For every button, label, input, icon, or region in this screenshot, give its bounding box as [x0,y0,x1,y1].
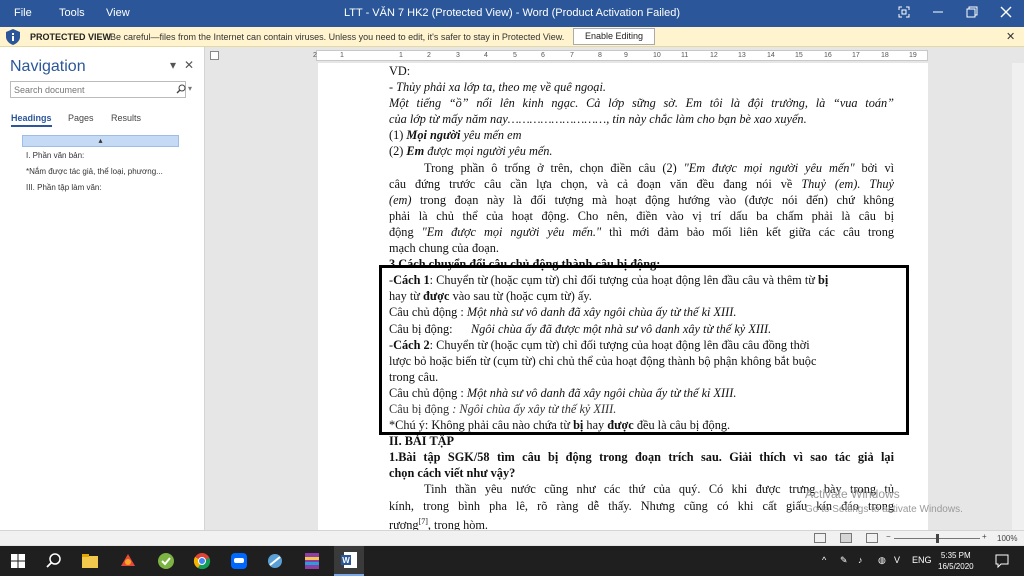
search-placeholder: Search document [14,85,85,95]
word-icon: W [341,552,357,568]
clock[interactable]: 5:35 PM 16/5/2020 [938,550,974,572]
doc-line: động "Em được mọi người yêu mến." thì mớ… [389,224,894,239]
read-mode-icon[interactable] [814,533,826,543]
tab-headings[interactable]: Headings [11,113,52,127]
print-layout-icon[interactable] [840,533,852,543]
ruler-mark: 15 [795,52,803,59]
chevron-up-icon[interactable]: ^ [822,555,826,565]
shield-icon [6,29,20,45]
heading-item[interactable]: III. Phần tập làm văn: [26,183,102,192]
word-taskbar-button[interactable]: W [334,546,364,576]
language-indicator[interactable]: ENG [912,555,932,565]
file-explorer-icon[interactable] [80,551,100,571]
doc-line: VD: [389,64,411,78]
windows-start-icon[interactable] [8,551,28,571]
heading-item[interactable]: I. Phần văn bản: [26,151,84,160]
ruler-mark: 8 [598,52,602,59]
doc-line: Trong phần ô trống ở trên, chọn điền câu… [424,160,895,175]
status-bar: − + 100% [0,530,1024,545]
protected-view-label: PROTECTED VIEW [30,32,112,42]
doc-line: Một tiếng “ồ” nổi lên kinh ngạc. Cả lớp … [389,96,894,111]
zoom-in-icon[interactable]: + [982,532,987,541]
ruler-mark: 9 [624,52,628,59]
web-layout-icon[interactable] [866,533,878,543]
ruler-mark: 4 [484,52,488,59]
doc-line: của lớp từ mấy năm nay………………………, tin này… [389,112,807,127]
pen-icon[interactable]: ✎ [840,555,848,566]
restore-icon[interactable] [954,2,990,24]
ruler-mark: 16 [824,52,832,59]
window-title: LTT - VĂN 7 HK2 (Protected View) - Word … [343,7,681,19]
title-bar: File Tools View LTT - VĂN 7 HK2 (Protect… [0,0,1024,27]
navigation-pane: Navigation ▾ ✕ Search document ▾ Heading… [0,47,205,530]
doc-heading: 1.Bài tập SGK/58 tìm câu bị động trong đ… [389,450,894,465]
horizontal-ruler[interactable]: 2 1 1 2 3 4 5 6 7 8 9 10 11 12 13 14 15 … [313,50,928,61]
vertical-scrollbar[interactable] [1012,63,1024,530]
tab-selector-icon[interactable] [210,51,219,60]
ruler-mark: 13 [738,52,746,59]
ime-icon[interactable]: V [894,555,900,565]
highlight-box [379,265,909,435]
ruler-mark: 18 [881,52,889,59]
ruler-mark: 2 [313,52,317,59]
navigation-title: Navigation [10,58,86,75]
search-options-icon[interactable]: ▾ [188,84,192,93]
app-icon[interactable] [118,551,138,571]
zoom-level[interactable]: 100% [997,534,1017,543]
ruler-mark: 1 [340,52,344,59]
protected-view-bar: PROTECTED VIEW Be careful—files from the… [0,27,1024,47]
enable-editing-button[interactable]: Enable Editing [573,28,655,45]
chevron-down-icon[interactable]: ▾ [170,58,176,72]
app-icon[interactable] [156,551,176,571]
search-icon[interactable] [44,551,64,571]
doc-line: (1) Mọi người yêu mến em [389,128,522,143]
windows-taskbar: W ^ ✎ ♪ ◍ V ENG 5:35 PM 16/5/2020 [0,546,1024,576]
notification-icon[interactable] [994,553,1010,569]
tab-results[interactable]: Results [111,113,141,123]
ruler-mark: 17 [852,52,860,59]
zalo-icon[interactable] [229,551,249,571]
ruler-mark: 2 [427,52,431,59]
ruler-mark: 19 [909,52,917,59]
ruler-mark: 3 [456,52,460,59]
doc-line: (2) Em được mọi người yêu mến. [389,144,553,159]
search-icon[interactable] [176,84,186,94]
close-pane-icon[interactable]: ✕ [184,58,194,72]
word-window: File Tools View LTT - VĂN 7 HK2 (Protect… [0,0,1024,576]
svg-text:W: W [342,556,350,565]
ruler-mark: 7 [570,52,574,59]
doc-line: mạch chung của đoạn. [389,241,499,256]
ruler-mark: 1 [399,52,403,59]
close-bar-icon[interactable]: ✕ [1006,30,1015,43]
network-icon[interactable]: ◍ [878,555,886,566]
ruler-mark: 10 [653,52,661,59]
activate-windows-watermark: Activate Windows Go to Settings to activ… [805,487,963,515]
chrome-icon[interactable] [192,551,212,571]
close-icon[interactable] [988,2,1024,24]
ruler-mark: 5 [513,52,517,59]
zoom-slider-thumb[interactable] [936,534,939,543]
doc-line: phải là chủ thể của hoạt động. Cho nên, … [389,208,894,223]
search-document-input[interactable]: Search document ▾ [10,81,192,98]
doc-heading: II. BÀI TẬP [389,434,455,449]
collapse-headings-icon[interactable]: ▴ [22,135,179,147]
doc-line: (em) trong đoạn này là đối tượng mà hoạt… [389,192,894,207]
tab-pages[interactable]: Pages [68,113,94,123]
ruler-mark: 12 [710,52,718,59]
doc-line: câu đứng trước câu cần lựa chọn, và cả đ… [389,176,894,191]
ruler-mark: 14 [767,52,775,59]
doc-line: - Thủy phải xa lớp ta, theo mẹ về quê ng… [389,80,606,95]
zoom-out-icon[interactable]: − [886,532,891,541]
minimize-icon[interactable] [920,2,956,24]
app-icon[interactable] [265,551,285,571]
volume-icon[interactable]: ♪ [858,555,863,565]
winrar-icon[interactable] [302,551,322,571]
ruler-mark: 6 [541,52,545,59]
doc-heading: chọn cách viết như vậy? [389,466,516,481]
ruler-mark: 11 [681,52,689,59]
fullscreen-icon[interactable] [886,2,922,24]
heading-item[interactable]: *Nắm được tác giả, thể loại, phương... [26,167,163,176]
protected-view-message: Be careful—files from the Internet can c… [110,32,565,42]
